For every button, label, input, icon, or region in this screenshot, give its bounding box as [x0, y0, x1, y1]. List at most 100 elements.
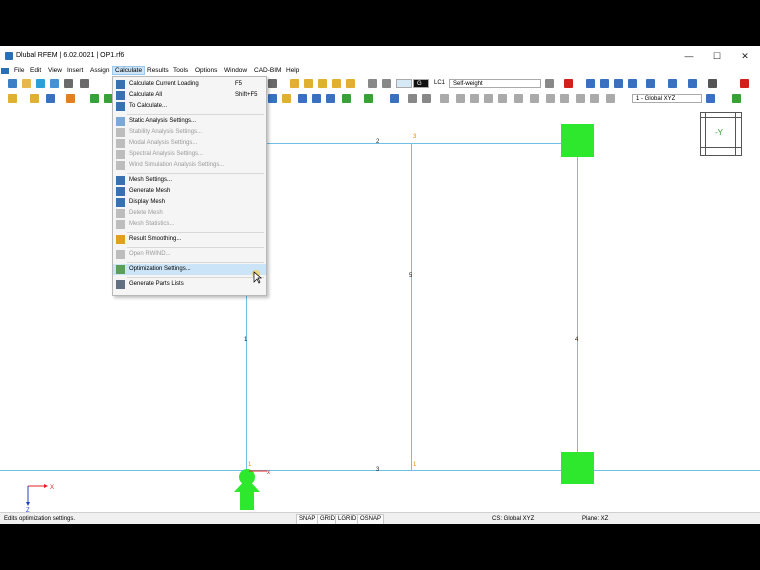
cs-tool-icon[interactable]	[706, 94, 715, 103]
tool-h-icon[interactable]	[546, 94, 555, 103]
tool-k-icon[interactable]	[590, 94, 599, 103]
result-smoothing-icon	[116, 235, 125, 244]
menu-view[interactable]: View	[46, 67, 64, 74]
osnap-toggle[interactable]: OSNAP	[357, 514, 385, 524]
save-icon[interactable]	[50, 79, 59, 88]
member-bottom[interactable]	[0, 470, 760, 471]
minimize-button[interactable]: —	[680, 50, 698, 62]
rotate-icon[interactable]	[390, 94, 399, 103]
local-x-label: x	[267, 470, 270, 476]
grid-icon[interactable]	[268, 94, 277, 103]
dlubal-center-icon[interactable]	[36, 79, 45, 88]
print-preview-icon[interactable]	[64, 79, 73, 88]
menu-insert[interactable]: Insert	[65, 67, 85, 74]
tool-i-icon[interactable]	[560, 94, 569, 103]
draw-polygon-icon[interactable]	[346, 79, 355, 88]
window-title: Dlubal RFEM | 6.02.0021 | OP1.rf6	[16, 52, 125, 59]
tool-l-icon[interactable]	[606, 94, 615, 103]
load-case-prev-icon[interactable]	[368, 79, 377, 88]
lgrid-toggle[interactable]: LGRID	[335, 514, 360, 524]
load-case-arrows-icon[interactable]	[545, 79, 554, 88]
close-button[interactable]: ✕	[736, 50, 754, 62]
draw-circle-icon[interactable]	[318, 79, 327, 88]
menu-item-static-analysis-settings[interactable]: Static Analysis Settings...	[113, 116, 266, 127]
tool-c-icon[interactable]	[470, 94, 479, 103]
maximize-button[interactable]: ☐	[708, 50, 726, 62]
open-folder-icon[interactable]	[22, 79, 31, 88]
menu-item-display-mesh[interactable]: Display Mesh	[113, 197, 266, 208]
member-top[interactable]	[246, 143, 578, 144]
menu-help[interactable]: Help	[284, 67, 301, 74]
load-tool-3-icon[interactable]	[614, 79, 623, 88]
menu-file[interactable]: File	[12, 67, 26, 74]
load-case-tag: G	[413, 79, 429, 88]
menu-edit[interactable]: Edit	[28, 67, 43, 74]
tool-a-icon[interactable]	[440, 94, 449, 103]
tool-e-icon[interactable]	[498, 94, 507, 103]
load-case-combo[interactable]: Self-weight	[449, 79, 541, 88]
display-icon[interactable]	[342, 94, 351, 103]
member-right[interactable]	[577, 143, 578, 471]
snap-toggle[interactable]: SNAP	[296, 514, 319, 524]
close-results-icon[interactable]	[740, 79, 749, 88]
view-cube[interactable]: -Y	[700, 112, 742, 156]
draw-arc-icon[interactable]	[332, 79, 341, 88]
support-block-top[interactable]	[561, 124, 594, 157]
hinge-icon[interactable]	[90, 94, 99, 103]
menu-item-optimization-settings[interactable]: Optimization Settings...	[113, 264, 266, 275]
load-tool-icon[interactable]	[586, 79, 595, 88]
menu-assign[interactable]: Assign	[88, 67, 112, 74]
table-icon[interactable]	[268, 79, 277, 88]
menu-calculate[interactable]: Calculate	[112, 66, 146, 75]
load-tool-5-icon[interactable]	[646, 79, 655, 88]
snap-node-icon[interactable]	[46, 94, 55, 103]
delete-load-icon[interactable]	[564, 79, 573, 88]
dimension-icon[interactable]	[282, 94, 291, 103]
view-3-icon[interactable]	[326, 94, 335, 103]
pencil-icon[interactable]	[30, 94, 39, 103]
draw-member-icon[interactable]	[290, 79, 299, 88]
section-2-icon[interactable]	[422, 94, 431, 103]
print-icon[interactable]	[80, 79, 89, 88]
tool-b-icon[interactable]	[456, 94, 465, 103]
coordinate-system-combo[interactable]: 1 - Global XYZ	[632, 94, 702, 103]
tool-j-icon[interactable]	[576, 94, 585, 103]
support-block-bottom[interactable]	[561, 452, 594, 484]
load-tool-6-icon[interactable]	[668, 79, 677, 88]
menu-tools[interactable]: Tools	[171, 67, 190, 74]
menu-item-calculate-current-loading[interactable]: Calculate Current Loading F5	[113, 79, 266, 90]
menu-window[interactable]: Window	[222, 67, 249, 74]
menu-item-calculate-all[interactable]: Calculate All Shift+F5	[113, 90, 266, 101]
filter-icon[interactable]	[364, 94, 373, 103]
member-middle[interactable]	[411, 143, 412, 471]
view-2-icon[interactable]	[312, 94, 321, 103]
tool-f-icon[interactable]	[514, 94, 523, 103]
app-window: Dlubal RFEM | 6.02.0021 | OP1.rf6 — ☐ ✕ …	[0, 46, 760, 524]
load-tool-2-icon[interactable]	[600, 79, 609, 88]
draw-line-icon[interactable]	[304, 79, 313, 88]
menu-item-mesh-settings[interactable]: Mesh Settings...	[113, 175, 266, 186]
delete-mesh-icon	[116, 209, 125, 218]
load-tool-4-icon[interactable]	[628, 79, 637, 88]
section-icon[interactable]	[408, 94, 417, 103]
menu-item-generate-mesh[interactable]: Generate Mesh	[113, 186, 266, 197]
tool-d-icon[interactable]	[484, 94, 493, 103]
menu-item-generate-parts-lists[interactable]: Generate Parts Lists	[113, 279, 266, 290]
menu-item-result-smoothing[interactable]: Result Smoothing...	[113, 234, 266, 245]
load-tool-7-icon[interactable]	[688, 79, 697, 88]
stability-analysis-settings-icon	[116, 128, 125, 137]
tool-g-icon[interactable]	[530, 94, 539, 103]
select-icon[interactable]	[8, 94, 17, 103]
load-case-next-icon[interactable]	[382, 79, 391, 88]
line-label: 4	[575, 337, 579, 343]
menu-item-label: Generate Mesh	[129, 188, 171, 194]
menu-cad-bim[interactable]: CAD-BIM	[252, 67, 283, 74]
view-1-icon[interactable]	[298, 94, 307, 103]
support-icon[interactable]	[66, 94, 75, 103]
menu-item-to-calculate[interactable]: To Calculate...	[113, 101, 266, 112]
load-tool-8-icon[interactable]	[708, 79, 717, 88]
menu-results[interactable]: Results	[145, 67, 171, 74]
menu-options[interactable]: Options	[193, 67, 219, 74]
new-file-icon[interactable]	[8, 79, 17, 88]
render-icon[interactable]	[732, 94, 741, 103]
